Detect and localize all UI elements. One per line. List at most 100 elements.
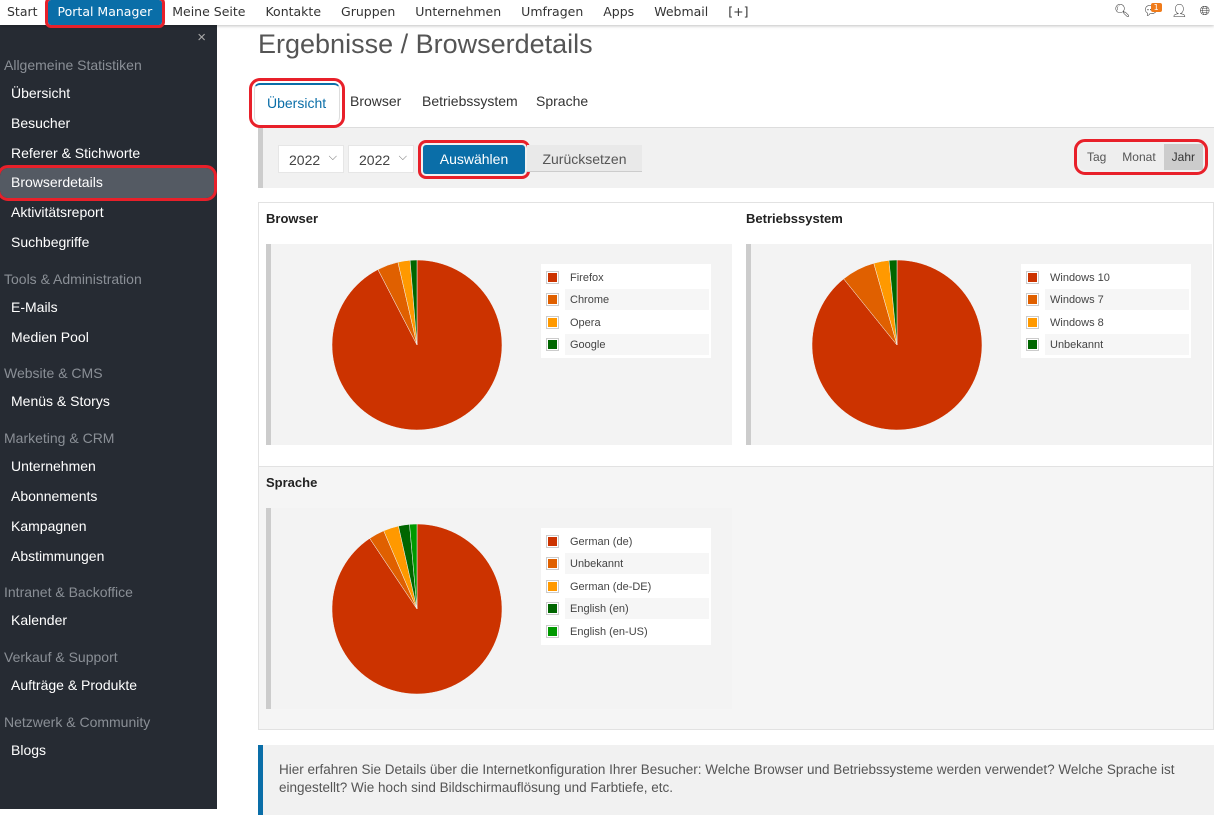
legend-item[interactable]: German (de) [543,530,709,553]
sidebar-item-menüs-storys[interactable]: Menüs & Storys [0,387,217,417]
nav-webmail[interactable]: Webmail [644,0,718,25]
sidebar-item-suchbegriffe[interactable]: Suchbegriffe [0,228,217,258]
nav-start[interactable]: Start [0,0,48,25]
chart-legend: Windows 10 Windows 7 Windows 8 Unbekannt [1021,264,1191,358]
reset-button[interactable]: Zurücksetzen [527,145,642,172]
close-icon[interactable]: × [197,29,206,46]
sidebar-item-kampagnen[interactable]: Kampagnen [0,512,217,542]
legend-label: Firefox [570,271,604,284]
sidebar-item-abstimmungen[interactable]: Abstimmungen [0,542,217,572]
legend-swatch [546,602,559,616]
nav-kontakte[interactable]: Kontakte [255,0,331,25]
legend-item[interactable]: Windows 7 [1023,289,1189,312]
legend-swatch [546,579,559,593]
legend-label: Unbekannt [565,553,709,575]
year-to-value: 2022 [359,152,391,168]
legend-label: German (de) [570,535,633,548]
sidebar-section-title: Website & CMS [4,365,103,382]
year-from-value: 2022 [289,152,321,168]
tab-sprache[interactable]: Sprache [536,93,588,109]
legend-item[interactable]: Unbekannt [543,553,709,576]
legend-item[interactable]: German (de-DE) [543,575,709,598]
nav-gruppen[interactable]: Gruppen [331,0,405,25]
sidebar: × Allgemeine Statistiken Übersicht Besuche… [0,25,217,809]
legend-label: Google [565,334,709,356]
legend-item[interactable]: English (en-US) [543,620,709,643]
sidebar-item-abonnements[interactable]: Abonnements [0,482,217,512]
legend-swatch [1026,270,1039,284]
sidebar-item-aufträge-produkte[interactable]: Aufträge & Produkte [0,671,217,701]
chevron-down-icon: ⌵ [328,151,337,163]
tab-betriebssystem[interactable]: Betriebssystem [422,93,518,109]
info-box: Hier erfahren Sie Details über die Inter… [258,745,1214,815]
sidebar-item-besucher[interactable]: Besucher [0,109,217,139]
sidebar-item-unternehmen[interactable]: Unternehmen [0,452,217,482]
user-icon[interactable]: 👤︎ [1171,4,1188,19]
charts-panel: Browser Firefox Chrome Opera Google Betriebss… [258,202,1214,730]
pie-svg [331,523,503,695]
top-navbar: Start Portal Manager Meine Seite Kontakte Gr… [0,0,1214,28]
globe-icon[interactable]: 🌐︎ [1200,4,1210,19]
chart-legend: German (de) Unbekannt German (de-DE) Englis… [541,528,711,645]
legend-swatch [1026,293,1039,307]
sidebar-item-aktivitätsreport[interactable]: Aktivitätsreport [0,198,217,228]
select-button[interactable]: Auswählen [418,140,530,179]
legend-item[interactable]: Google [543,334,709,357]
legend-label: Windows 10 [1050,271,1110,284]
nav-[interactable]: [+] [718,0,758,25]
page-title: Ergebnisse / Browserdetails [258,29,593,59]
legend-label: Windows 8 [1050,316,1104,329]
sidebar-item-medien-pool[interactable]: Medien Pool [0,323,217,353]
legend-item[interactable]: Firefox [543,266,709,289]
sidebar-item-kalender[interactable]: Kalender [0,606,217,636]
nav-unternehmen[interactable]: Unternehmen [405,0,511,25]
sidebar-section-title: Allgemeine Statistiken [4,57,142,73]
period-monat[interactable]: Monat [1114,144,1163,170]
legend-swatch [546,624,559,638]
chart-title: Sprache [266,475,318,490]
sidebar-item-referer-stichworte[interactable]: Referer & Stichworte [0,139,217,169]
nav-meine-seite[interactable]: Meine Seite [162,0,255,25]
legend-label: English (en) [565,598,709,620]
pie-chart-sprache: German (de) Unbekannt German (de-DE) Englis… [266,508,732,709]
legend-label: Windows 7 [1045,289,1189,311]
period-jahr[interactable]: Jahr [1163,144,1203,170]
legend-swatch [1026,338,1039,352]
pie-chart-browser: Firefox Chrome Opera Google [266,244,732,445]
legend-label: Chrome [565,289,709,311]
chart-legend: Firefox Chrome Opera Google [541,264,711,358]
nav-umfragen[interactable]: Umfragen [511,0,593,25]
legend-swatch [546,293,559,307]
nav-apps[interactable]: Apps [593,0,644,25]
legend-item[interactable]: English (en) [543,598,709,621]
legend-label: Unbekannt [1045,334,1189,356]
year-from-select[interactable]: 2022 ⌵ [278,145,344,173]
legend-item[interactable]: Unbekannt [1023,334,1189,357]
tab-browser[interactable]: Browser [350,93,401,109]
notification-badge: 1 [1150,3,1162,12]
sidebar-section-title: Tools & Administration [4,270,142,287]
chart-title: Betriebssystem [746,211,843,226]
year-to-select[interactable]: 2022 ⌵ [348,145,414,173]
legend-swatch [546,557,559,571]
sidebar-section-title: Verkauf & Support [4,649,118,666]
sidebar-item-übersicht[interactable]: Übersicht [0,79,217,109]
legend-label: German (de-DE) [570,580,652,593]
sidebar-item-e-mails[interactable]: E-Mails [0,293,217,323]
legend-item[interactable]: Opera [543,311,709,334]
legend-swatch [546,315,559,329]
period-toggle: Tag Monat Jahr [1073,139,1209,175]
search-zoom-icon[interactable]: 🔍︎ [1114,4,1131,19]
legend-label: English (en-US) [570,625,648,638]
sidebar-item-blogs[interactable]: Blogs [0,736,217,766]
tab-übersicht[interactable]: Übersicht [249,78,345,128]
legend-item[interactable]: Windows 8 [1023,311,1189,334]
legend-item[interactable]: Chrome [543,289,709,312]
legend-swatch [546,338,559,352]
period-tag[interactable]: Tag [1079,144,1114,170]
nav-portal-manager[interactable]: Portal Manager [44,0,166,28]
sidebar-item-browserdetails[interactable]: Browserdetails [0,165,217,202]
sidebar-section-title: Intranet & Backoffice [4,584,133,601]
chat-icon[interactable]: 💬︎1 [1143,3,1162,19]
legend-item[interactable]: Windows 10 [1023,266,1189,289]
